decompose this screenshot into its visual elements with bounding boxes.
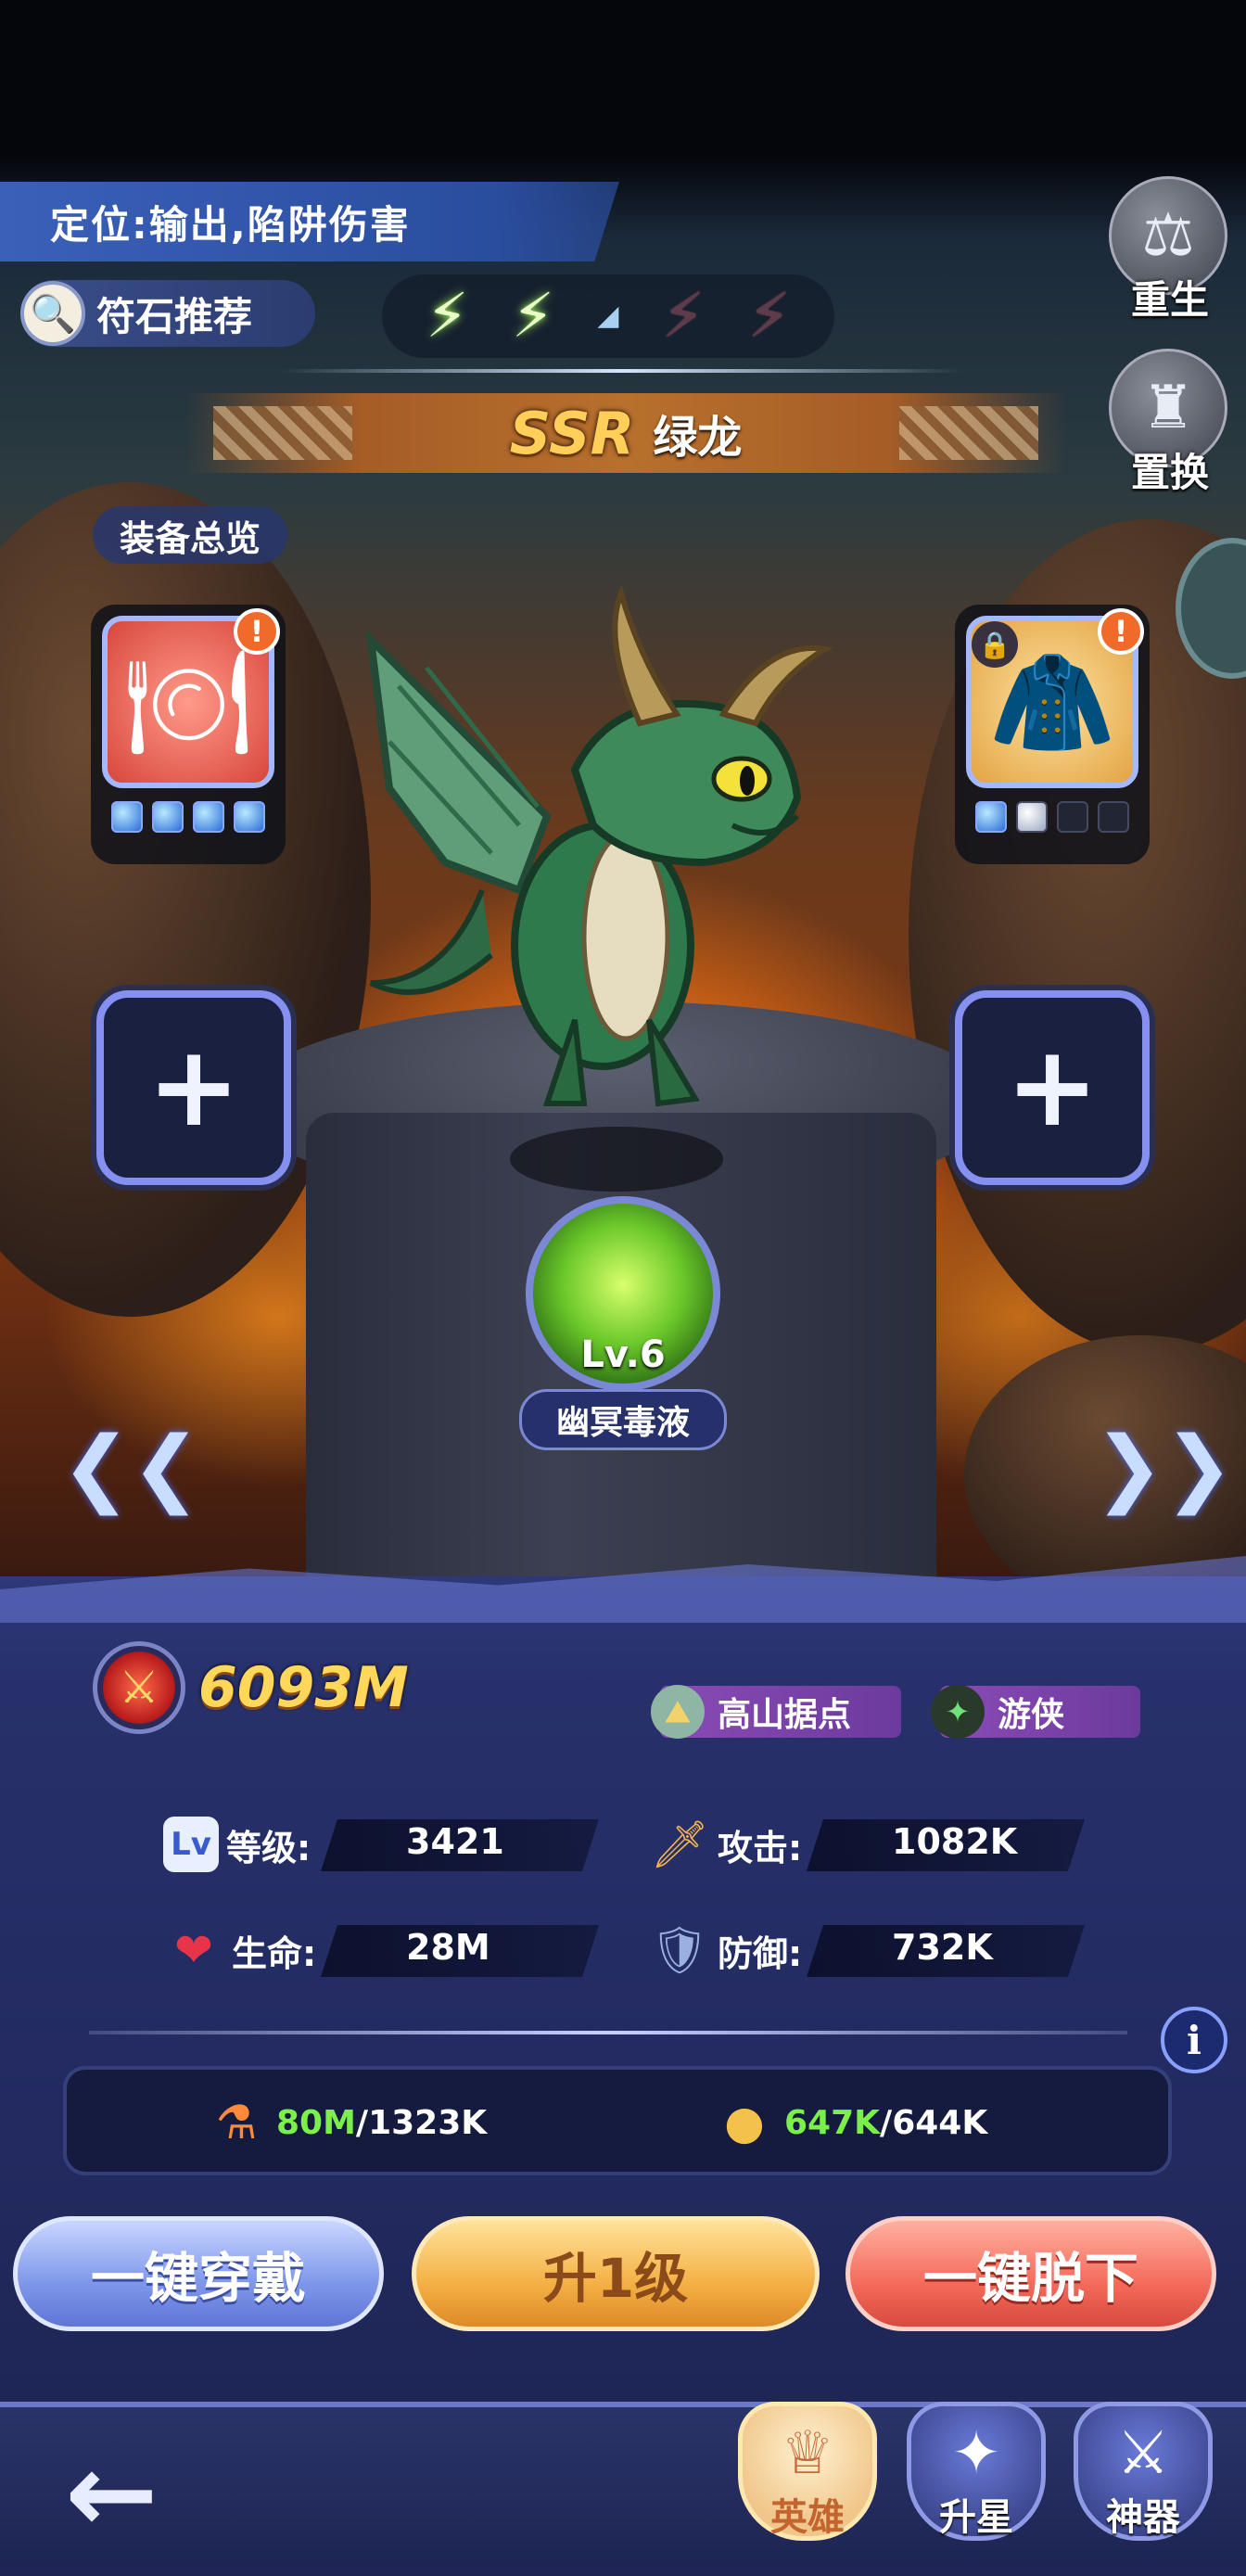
stat-attack: 🗡 攻击: 1082K [649, 1812, 1085, 1877]
level-value: 3421 [406, 1821, 504, 1862]
hero-name: 绿龙 [653, 412, 743, 464]
rarity-label: SSR [509, 399, 635, 467]
lightning-star-icon: ⚡ [426, 280, 469, 351]
ranger-class-icon: ✦ [931, 1685, 985, 1739]
class-tag[interactable]: ✦ 游侠 [931, 1685, 1140, 1739]
plus-icon: + [146, 1023, 241, 1152]
level-up-label: 升1级 [542, 2247, 689, 2310]
search-icon: 🔍 [20, 281, 85, 346]
empty-star-icon: ⚡ [747, 280, 791, 351]
empty-star-icon: ⚡ [661, 280, 706, 351]
gem-empty-icon [1057, 801, 1088, 833]
gem-empty-icon [1098, 801, 1129, 833]
hp-value: 28M [406, 1927, 490, 1968]
attack-value: 1082K [892, 1821, 1018, 1862]
equipment-overview-button[interactable]: 装备总览 [93, 506, 287, 564]
coin-cost: ● 647K/644K [714, 2092, 987, 2153]
combat-power-value: 6093M [198, 1655, 409, 1720]
add-equipment-right-button[interactable]: + [955, 990, 1150, 1185]
unequip-all-button[interactable]: 一键脱下 [846, 2216, 1216, 2331]
gem-icon [234, 801, 265, 833]
weapon-gems [111, 801, 265, 833]
tab-hero-label: 英雄 [770, 2496, 845, 2539]
gem-icon [975, 801, 1007, 833]
add-equipment-left-button[interactable]: + [96, 990, 291, 1185]
role-text: 定位:输出,陷阱伤害 [50, 201, 411, 248]
gem-icon [193, 801, 224, 833]
weapon-slot[interactable]: 🍽 ! [91, 605, 286, 864]
next-hero-arrow[interactable]: ❯❯ [1094, 1419, 1234, 1516]
unequip-all-label: 一键脱下 [922, 2247, 1138, 2310]
mountain-faction-icon: ⛰ [651, 1685, 705, 1739]
replace-label: 置换 [1130, 450, 1209, 495]
alert-icon: ! [1098, 608, 1144, 655]
skill-level: Lv.6 [580, 1333, 666, 1376]
lock-icon: 🔒 [972, 621, 1018, 668]
defense-label: 防御: [718, 1932, 803, 1974]
back-arrow-icon[interactable]: ← [65, 2429, 159, 2558]
tab-artifact-label: 神器 [1106, 2496, 1180, 2539]
equip-all-label: 一键穿戴 [90, 2247, 306, 2310]
equipment-overview-label: 装备总览 [119, 517, 261, 559]
faction-label: 高山据点 [718, 1696, 852, 1734]
info-button[interactable]: i [1161, 2007, 1227, 2073]
level-icon: Lv [163, 1817, 219, 1872]
heart-icon: ❤ [174, 1923, 213, 1977]
info-icon: i [1187, 2017, 1202, 2063]
level-up-button[interactable]: 升1级 [412, 2216, 820, 2331]
skill-name: 幽冥毒液 [519, 1389, 727, 1450]
gem-icon [111, 801, 143, 833]
role-banner: 定位:输出,陷阱伤害 [0, 182, 619, 261]
upgrade-cost-bar: ⚗ 80M/1323K ● 647K/644K [63, 2066, 1172, 2175]
replace-button[interactable]: ♜ 置换 [1109, 349, 1231, 498]
shield-icon: 🛡 [650, 1922, 709, 1977]
ornament-left [213, 406, 352, 460]
gem-icon [1016, 801, 1048, 833]
sword-icon: 🗡 [650, 1817, 709, 1871]
combat-power: ⚔ 6093M [93, 1641, 409, 1734]
attack-label: 攻击: [718, 1827, 803, 1868]
coin-icon: ● [724, 2096, 765, 2149]
defense-value: 732K [892, 1927, 993, 1968]
faction-tag[interactable]: ⛰ 高山据点 [651, 1685, 901, 1739]
armor-gems [975, 801, 1129, 833]
coin-required: /644K [880, 2103, 988, 2142]
star-rating: ⚡ ⚡ ◢ ⚡ ⚡ [382, 274, 834, 358]
level-label: 等级: [226, 1827, 312, 1868]
tab-star-up[interactable]: ✦ 升星 [897, 2402, 1055, 2559]
rune-recommend-label: 符石推荐 [96, 293, 253, 339]
tab-artifact[interactable]: ⚔ 神器 [1064, 2402, 1222, 2559]
previous-hero-arrow[interactable]: ❮❮ [61, 1419, 201, 1516]
title-divider [278, 369, 964, 373]
gem-icon [152, 801, 184, 833]
alert-icon: ! [234, 608, 280, 655]
hero-name-banner: SSR 绿龙 [185, 393, 1066, 473]
stat-defense: 🛡 防御: 732K [649, 1918, 1085, 1983]
stat-hp: ❤ 生命: 28M [163, 1918, 599, 1983]
power-shield-icon: ⚔ [93, 1641, 185, 1734]
potion-cost: ⚗ 80M/1323K [206, 2092, 488, 2153]
class-label: 游侠 [998, 1696, 1065, 1734]
skill-button[interactable]: Lv.6 幽冥毒液 [512, 1196, 734, 1450]
tab-star-up-label: 升星 [939, 2496, 1013, 2539]
hp-label: 生命: [232, 1932, 317, 1974]
bottom-navigation [0, 2402, 1246, 2576]
rebirth-button[interactable]: ⚖ 重生 [1109, 176, 1231, 325]
potion-icon: ⚗ [215, 2096, 258, 2149]
green-dragon-character [365, 584, 833, 1107]
potion-owned: 80M [276, 2103, 356, 2142]
equip-all-button[interactable]: 一键穿戴 [13, 2216, 384, 2331]
ornament-right [899, 406, 1038, 460]
tab-hero[interactable]: ♕ 英雄 [729, 2402, 886, 2559]
armor-slot[interactable]: 🧥 🔒 ! [955, 605, 1150, 864]
stats-divider [89, 2031, 1127, 2034]
potion-required: /1323K [355, 2103, 488, 2142]
rune-recommend-button[interactable]: 🔍 符石推荐 [20, 280, 315, 347]
plus-icon: + [1005, 1023, 1100, 1152]
lightning-star-icon: ⚡ [511, 280, 555, 351]
coin-owned: 647K [784, 2103, 881, 2142]
stat-level: Lv 等级: 3421 [163, 1812, 599, 1877]
rebirth-label: 重生 [1130, 277, 1209, 323]
half-star-icon: ◢ [597, 300, 619, 332]
